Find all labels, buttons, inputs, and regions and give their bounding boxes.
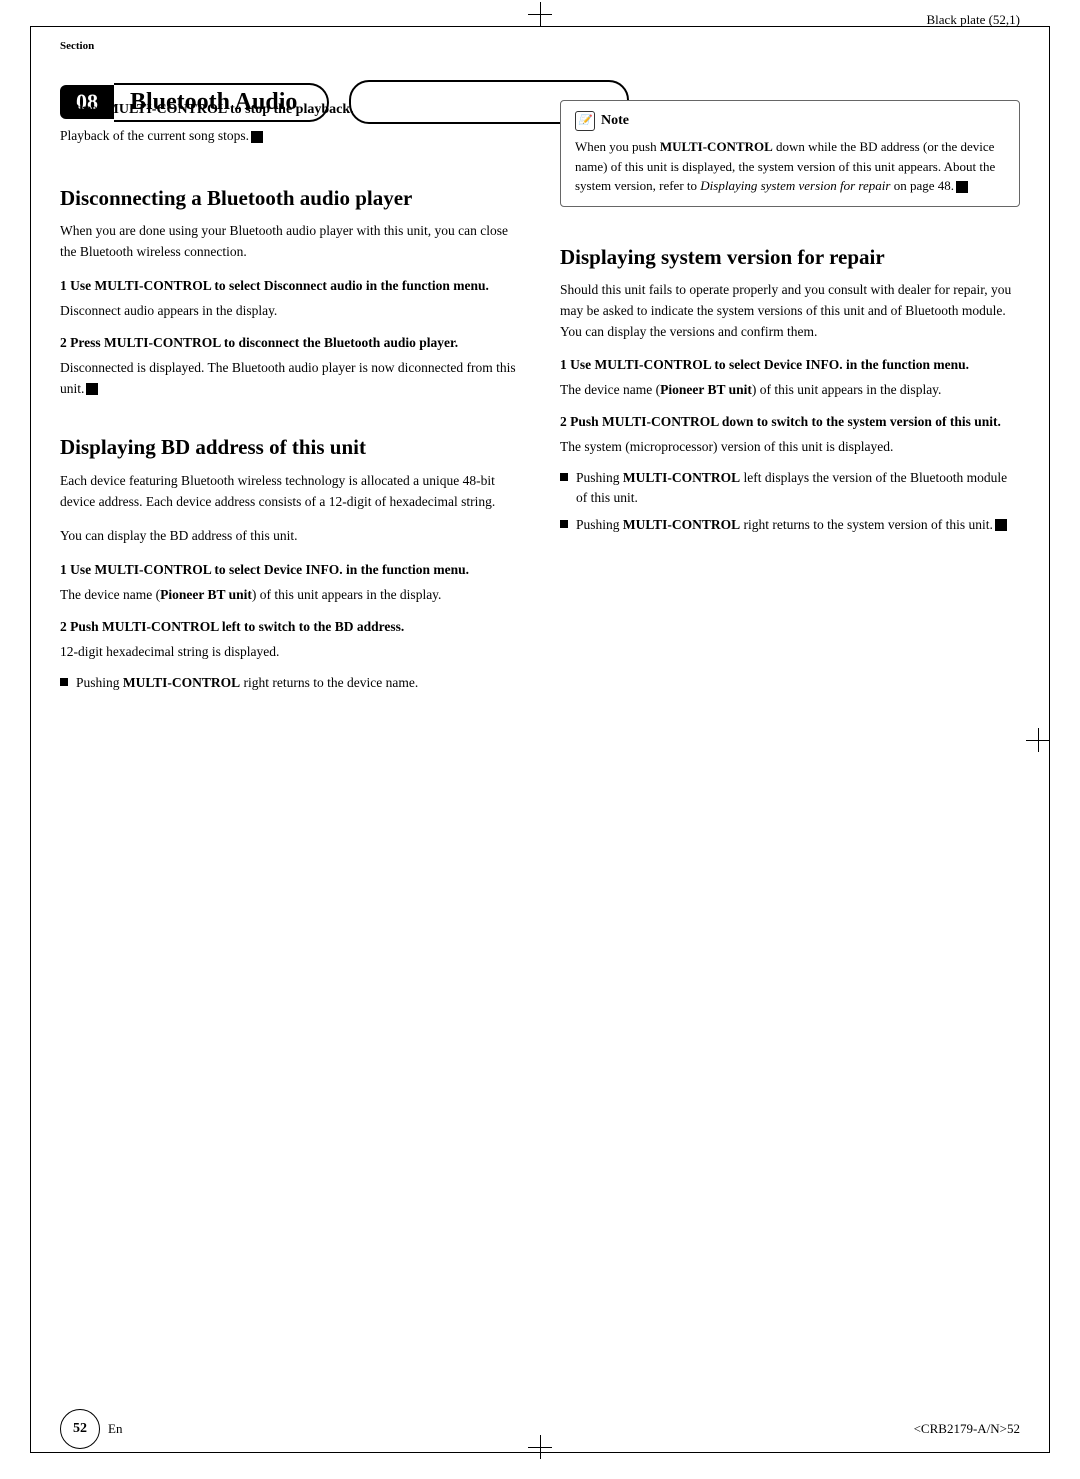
- bd-address-intro2: You can display the BD address of this u…: [60, 526, 520, 547]
- sv-step1-heading: 1 Use MULTI-CONTROL to select Device INF…: [560, 356, 1020, 375]
- section-label: Section: [60, 40, 94, 52]
- content-area: 2 Press MULTI-CONTROL to stop the playba…: [60, 100, 1020, 1399]
- bd-step1-body: The device name (Pioneer BT unit) of thi…: [60, 585, 520, 606]
- sv-step2-body: The system (microprocessor) version of t…: [560, 437, 1020, 458]
- step2-intro-heading: 2 Press MULTI-CONTROL to stop the playba…: [60, 100, 520, 120]
- border-left: [30, 26, 31, 1453]
- footer-code: <CRB2179-A/N>52: [914, 1421, 1020, 1437]
- system-version-section: Displaying system version for repair Sho…: [560, 235, 1020, 541]
- sv-step2-heading: 2 Push MULTI-CONTROL down to switch to t…: [560, 413, 1020, 432]
- end-marker-4: [995, 519, 1007, 531]
- note-body: When you push MULTI-CONTROL down while t…: [575, 137, 1005, 196]
- bullet-icon-3: [560, 520, 568, 528]
- disconnect-title: Disconnecting a Bluetooth audio player: [60, 186, 520, 211]
- note-icon: 📝: [575, 111, 595, 131]
- footer: 52 En <CRB2179-A/N>52: [60, 1409, 1020, 1449]
- sv-bullet1: Pushing MULTI-CONTROL left displays the …: [560, 468, 1020, 509]
- bd-address-title: Displaying BD address of this unit: [60, 435, 520, 460]
- footer-left: 52 En: [60, 1409, 122, 1449]
- page-number-badge: 52: [60, 1409, 100, 1449]
- bd-step1-heading: 1 Use MULTI-CONTROL to select Device INF…: [60, 561, 520, 580]
- page: Black plate (52,1) Section 08 Bluetooth …: [0, 0, 1080, 1479]
- disconnect-step2-heading: 2 Press MULTI-CONTROL to disconnect the …: [60, 334, 520, 353]
- bd-address-intro: Each device featuring Bluetooth wireless…: [60, 471, 520, 513]
- crosshair-mid-right: [1026, 728, 1050, 752]
- crosshair-top: [528, 2, 552, 26]
- bullet-icon-1: [60, 678, 68, 686]
- note-title: Note: [601, 113, 629, 129]
- disconnect-step1-body: Disconnect audio appears in the display.: [60, 301, 520, 322]
- step2-intro-body: Playback of the current song stops.: [60, 126, 520, 146]
- left-column: 2 Press MULTI-CONTROL to stop the playba…: [60, 100, 520, 1399]
- bd-address-section: Displaying BD address of this unit Each …: [60, 425, 520, 699]
- right-column: 📝 Note When you push MULTI-CONTROL down …: [560, 100, 1020, 1399]
- sv-step1-body: The device name (Pioneer BT unit) of thi…: [560, 380, 1020, 401]
- disconnect-step1-heading: 1 Use MULTI-CONTROL to select Disconnect…: [60, 277, 520, 296]
- disconnect-intro: When you are done using your Bluetooth a…: [60, 221, 520, 263]
- bd-step2-heading: 2 Push MULTI-CONTROL left to switch to t…: [60, 618, 520, 637]
- system-version-intro: Should this unit fails to operate proper…: [560, 280, 1020, 343]
- step2-intro-block: 2 Press MULTI-CONTROL to stop the playba…: [60, 100, 520, 146]
- end-marker-1: [251, 131, 263, 143]
- note-box: 📝 Note When you push MULTI-CONTROL down …: [560, 100, 1020, 207]
- end-marker-2: [86, 383, 98, 395]
- disconnect-section: Disconnecting a Bluetooth audio player W…: [60, 176, 520, 410]
- disconnect-step2-body: Disconnected is displayed. The Bluetooth…: [60, 358, 520, 400]
- bd-step2-body: 12-digit hexadecimal string is displayed…: [60, 642, 520, 663]
- system-version-title: Displaying system version for repair: [560, 245, 1020, 270]
- border-top: [30, 26, 1050, 27]
- end-marker-3: [956, 181, 968, 193]
- bullet-icon-2: [560, 473, 568, 481]
- footer-en-label: En: [108, 1421, 122, 1437]
- sv-bullet2: Pushing MULTI-CONTROL right returns to t…: [560, 515, 1020, 535]
- bd-step2-bullet: Pushing MULTI-CONTROL right returns to t…: [60, 673, 520, 693]
- note-header: 📝 Note: [575, 111, 1005, 131]
